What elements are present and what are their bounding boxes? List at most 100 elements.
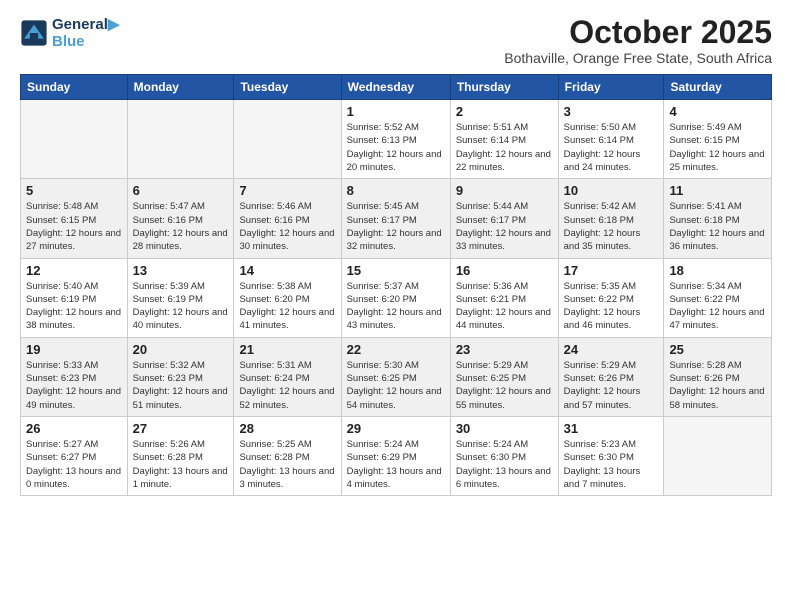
- day-info: Sunrise: 5:48 AM Sunset: 6:15 PM Dayligh…: [26, 200, 122, 253]
- week-row-4: 19Sunrise: 5:33 AM Sunset: 6:23 PM Dayli…: [21, 337, 772, 416]
- day-number: 17: [564, 263, 659, 278]
- day-number: 16: [456, 263, 553, 278]
- day-info: Sunrise: 5:42 AM Sunset: 6:18 PM Dayligh…: [564, 200, 659, 253]
- day-info: Sunrise: 5:41 AM Sunset: 6:18 PM Dayligh…: [669, 200, 766, 253]
- day-cell: 12 Sunrise: 5:40 AM Sunset: 6:19 PM Dayli…: [21, 258, 128, 337]
- day-info: Sunrise: 5:30 AM Sunset: 6:25 PM Dayligh…: [347, 359, 445, 412]
- day-cell: 1Sunrise: 5:52 AM Sunset: 6:13 PM Daylig…: [341, 100, 450, 179]
- day-info: Sunrise: 5:40 AM Sunset: 6:19 PM Dayligh…: [26, 280, 122, 333]
- day-number: 2: [456, 104, 553, 119]
- day-cell: 25 Sunrise: 5:28 AM Sunset: 6:26 PM Dayli…: [664, 337, 772, 416]
- week-row-5: 26 Sunrise: 5:27 AM Sunset: 6:27 PM Dayli…: [21, 416, 772, 495]
- header: General▶ Blue October 2025 Bothaville, O…: [20, 15, 772, 66]
- day-number: 6: [133, 183, 229, 198]
- day-cell: 14 Sunrise: 5:38 AM Sunset: 6:20 PM Dayli…: [234, 258, 341, 337]
- day-cell: 13 Sunrise: 5:39 AM Sunset: 6:19 PM Dayli…: [127, 258, 234, 337]
- day-cell: 24 Sunrise: 5:29 AM Sunset: 6:26 PM Dayli…: [558, 337, 664, 416]
- day-info: Sunrise: 5:49 AM Sunset: 6:15 PM Dayligh…: [669, 121, 766, 174]
- day-cell: 11 Sunrise: 5:41 AM Sunset: 6:18 PM Dayli…: [664, 179, 772, 258]
- col-friday: Friday: [558, 75, 664, 100]
- day-info: Sunrise: 5:28 AM Sunset: 6:26 PM Dayligh…: [669, 359, 766, 412]
- col-wednesday: Wednesday: [341, 75, 450, 100]
- day-info: Sunrise: 5:29 AM Sunset: 6:25 PM Dayligh…: [456, 359, 553, 412]
- day-info: Sunrise: 5:25 AM Sunset: 6:28 PM Dayligh…: [239, 438, 335, 491]
- day-info: Sunrise: 5:47 AM Sunset: 6:16 PM Dayligh…: [133, 200, 229, 253]
- logo-text: General▶ Blue: [52, 15, 119, 50]
- day-cell: 4Sunrise: 5:49 AM Sunset: 6:15 PM Daylig…: [664, 100, 772, 179]
- day-info: Sunrise: 5:24 AM Sunset: 6:30 PM Dayligh…: [456, 438, 553, 491]
- day-cell: 19Sunrise: 5:33 AM Sunset: 6:23 PM Dayli…: [21, 337, 128, 416]
- week-row-3: 12 Sunrise: 5:40 AM Sunset: 6:19 PM Dayli…: [21, 258, 772, 337]
- day-number: 1: [347, 104, 445, 119]
- day-cell: [21, 100, 128, 179]
- day-cell: 10 Sunrise: 5:42 AM Sunset: 6:18 PM Dayli…: [558, 179, 664, 258]
- week-row-1: 1Sunrise: 5:52 AM Sunset: 6:13 PM Daylig…: [21, 100, 772, 179]
- day-info: Sunrise: 5:46 AM Sunset: 6:16 PM Dayligh…: [239, 200, 335, 253]
- day-info: Sunrise: 5:33 AM Sunset: 6:23 PM Dayligh…: [26, 359, 122, 412]
- day-number: 9: [456, 183, 553, 198]
- logo-icon: [20, 19, 48, 47]
- day-info: Sunrise: 5:32 AM Sunset: 6:23 PM Dayligh…: [133, 359, 229, 412]
- day-cell: 17Sunrise: 5:35 AM Sunset: 6:22 PM Dayli…: [558, 258, 664, 337]
- day-cell: 31Sunrise: 5:23 AM Sunset: 6:30 PM Dayli…: [558, 416, 664, 495]
- day-cell: 22 Sunrise: 5:30 AM Sunset: 6:25 PM Dayli…: [341, 337, 450, 416]
- day-cell: 18Sunrise: 5:34 AM Sunset: 6:22 PM Dayli…: [664, 258, 772, 337]
- day-cell: [234, 100, 341, 179]
- day-number: 14: [239, 263, 335, 278]
- day-cell: 26 Sunrise: 5:27 AM Sunset: 6:27 PM Dayli…: [21, 416, 128, 495]
- day-cell: 28 Sunrise: 5:25 AM Sunset: 6:28 PM Dayli…: [234, 416, 341, 495]
- month-title: October 2025: [504, 15, 772, 50]
- day-number: 10: [564, 183, 659, 198]
- day-info: Sunrise: 5:51 AM Sunset: 6:14 PM Dayligh…: [456, 121, 553, 174]
- day-number: 27: [133, 421, 229, 436]
- day-cell: 5 Sunrise: 5:48 AM Sunset: 6:15 PM Daylig…: [21, 179, 128, 258]
- day-info: Sunrise: 5:37 AM Sunset: 6:20 PM Dayligh…: [347, 280, 445, 333]
- day-info: Sunrise: 5:45 AM Sunset: 6:17 PM Dayligh…: [347, 200, 445, 253]
- day-cell: 27 Sunrise: 5:26 AM Sunset: 6:28 PM Dayli…: [127, 416, 234, 495]
- col-sunday: Sunday: [21, 75, 128, 100]
- day-info: Sunrise: 5:26 AM Sunset: 6:28 PM Dayligh…: [133, 438, 229, 491]
- col-saturday: Saturday: [664, 75, 772, 100]
- day-cell: 6 Sunrise: 5:47 AM Sunset: 6:16 PM Daylig…: [127, 179, 234, 258]
- day-number: 11: [669, 183, 766, 198]
- col-monday: Monday: [127, 75, 234, 100]
- day-cell: 30 Sunrise: 5:24 AM Sunset: 6:30 PM Dayli…: [450, 416, 558, 495]
- day-number: 26: [26, 421, 122, 436]
- location-subtitle: Bothaville, Orange Free State, South Afr…: [504, 50, 772, 66]
- col-thursday: Thursday: [450, 75, 558, 100]
- day-number: 12: [26, 263, 122, 278]
- day-number: 28: [239, 421, 335, 436]
- day-info: Sunrise: 5:38 AM Sunset: 6:20 PM Dayligh…: [239, 280, 335, 333]
- day-cell: 7Sunrise: 5:46 AM Sunset: 6:16 PM Daylig…: [234, 179, 341, 258]
- col-tuesday: Tuesday: [234, 75, 341, 100]
- day-number: 25: [669, 342, 766, 357]
- day-number: 3: [564, 104, 659, 119]
- day-cell: 8 Sunrise: 5:45 AM Sunset: 6:17 PM Daylig…: [341, 179, 450, 258]
- day-cell: 3Sunrise: 5:50 AM Sunset: 6:14 PM Daylig…: [558, 100, 664, 179]
- day-cell: 15 Sunrise: 5:37 AM Sunset: 6:20 PM Dayli…: [341, 258, 450, 337]
- day-cell: 21 Sunrise: 5:31 AM Sunset: 6:24 PM Dayli…: [234, 337, 341, 416]
- day-cell: 16 Sunrise: 5:36 AM Sunset: 6:21 PM Dayli…: [450, 258, 558, 337]
- day-info: Sunrise: 5:31 AM Sunset: 6:24 PM Dayligh…: [239, 359, 335, 412]
- day-info: Sunrise: 5:27 AM Sunset: 6:27 PM Dayligh…: [26, 438, 122, 491]
- title-area: October 2025 Bothaville, Orange Free Sta…: [504, 15, 772, 66]
- day-number: 30: [456, 421, 553, 436]
- day-number: 21: [239, 342, 335, 357]
- day-info: Sunrise: 5:36 AM Sunset: 6:21 PM Dayligh…: [456, 280, 553, 333]
- day-cell: 9Sunrise: 5:44 AM Sunset: 6:17 PM Daylig…: [450, 179, 558, 258]
- day-number: 5: [26, 183, 122, 198]
- day-number: 20: [133, 342, 229, 357]
- day-number: 22: [347, 342, 445, 357]
- day-cell: 2 Sunrise: 5:51 AM Sunset: 6:14 PM Daylig…: [450, 100, 558, 179]
- day-number: 29: [347, 421, 445, 436]
- day-info: Sunrise: 5:29 AM Sunset: 6:26 PM Dayligh…: [564, 359, 659, 412]
- day-number: 8: [347, 183, 445, 198]
- day-number: 15: [347, 263, 445, 278]
- day-cell: [127, 100, 234, 179]
- day-number: 24: [564, 342, 659, 357]
- week-row-2: 5 Sunrise: 5:48 AM Sunset: 6:15 PM Daylig…: [21, 179, 772, 258]
- day-number: 13: [133, 263, 229, 278]
- day-info: Sunrise: 5:24 AM Sunset: 6:29 PM Dayligh…: [347, 438, 445, 491]
- day-info: Sunrise: 5:39 AM Sunset: 6:19 PM Dayligh…: [133, 280, 229, 333]
- day-cell: 23Sunrise: 5:29 AM Sunset: 6:25 PM Dayli…: [450, 337, 558, 416]
